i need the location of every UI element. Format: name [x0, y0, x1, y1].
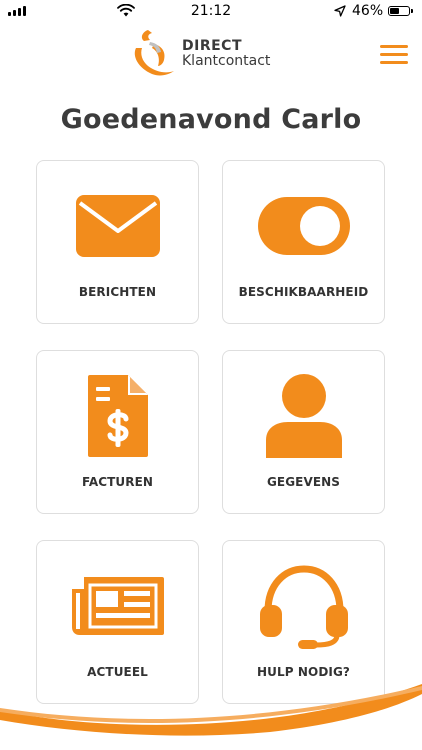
greeting-title: Goedenavond Carlo: [60, 104, 362, 135]
envelope-icon: [37, 187, 198, 265]
logo-swoosh-icon: [134, 30, 174, 76]
toggle-icon: [223, 187, 384, 265]
status-bar: 21:12 46%: [0, 0, 422, 24]
tile-beschikbaarheid[interactable]: BESCHIKBAARHEID: [222, 160, 385, 324]
location-arrow-icon: [334, 5, 346, 17]
tile-label: FACTUREN: [81, 475, 154, 489]
tile-facturen[interactable]: FACTUREN: [36, 350, 199, 514]
tile-label: BESCHIKBAARHEID: [238, 285, 369, 299]
hamburger-menu-icon[interactable]: [380, 45, 408, 65]
logo-subtitle: Klantcontact: [182, 53, 271, 69]
direct-klantcontact-logo: DIRECT Klantcontact: [130, 28, 270, 80]
tile-label: BERICHTEN: [78, 285, 157, 299]
tile-berichten[interactable]: BERICHTEN: [36, 160, 199, 324]
battery-icon: [388, 6, 413, 16]
headset-icon: [223, 565, 384, 649]
invoice-dollar-icon: [37, 375, 198, 457]
battery-percentage: 46%: [352, 3, 384, 19]
logo-title: DIRECT: [182, 38, 242, 55]
newspaper-icon: [37, 567, 198, 645]
tile-label: GEGEVENS: [266, 475, 341, 489]
decorative-swoosh: [0, 684, 422, 736]
user-icon: [223, 374, 384, 458]
app-header: DIRECT Klantcontact: [0, 24, 422, 88]
tile-gegevens[interactable]: GEGEVENS: [222, 350, 385, 514]
